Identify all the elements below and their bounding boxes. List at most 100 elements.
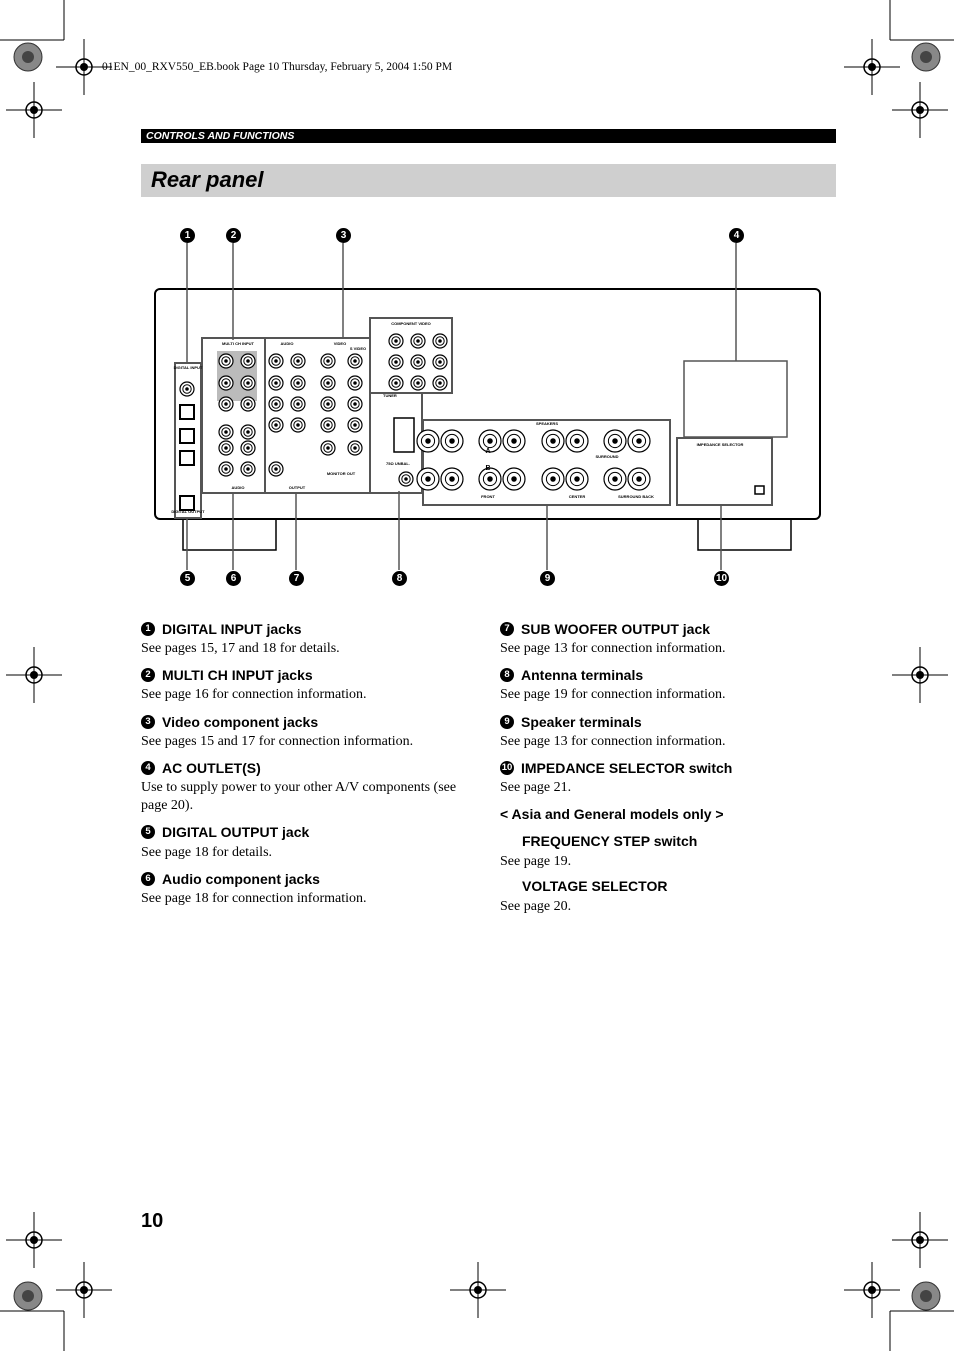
callout-1: 1 <box>180 228 195 243</box>
label-audio: AUDIO <box>281 341 294 346</box>
jack-pin <box>224 467 228 471</box>
label-speakers: SPEAKERS <box>536 421 558 426</box>
heading-text: DIGITAL INPUT jacks <box>162 621 302 637</box>
item-body: See page 16 for connection information. <box>141 687 367 702</box>
jack-pin <box>438 339 442 343</box>
jack-pin <box>612 476 618 482</box>
item-number: 3 <box>141 715 155 729</box>
jack-pin <box>353 423 357 427</box>
heading-text: Audio component jacks <box>162 871 320 887</box>
heading-text: DIGITAL OUTPUT jack <box>162 824 310 840</box>
item-heading: 1 DIGITAL INPUT jacks <box>141 621 302 637</box>
jack-pin <box>326 359 330 363</box>
item-body: See page 21. <box>500 780 572 795</box>
jack-pin <box>425 476 431 482</box>
jack-pin <box>449 438 455 444</box>
jack-pin <box>246 430 250 434</box>
heading-text: Video component jacks <box>162 714 319 730</box>
jack-pin <box>353 359 357 363</box>
label-digital-input: DIGITAL INPUT <box>174 365 203 370</box>
jack-pin <box>326 423 330 427</box>
label-component-video: COMPONENT VIDEO <box>391 321 431 326</box>
jack-pin <box>353 381 357 385</box>
jack-pin <box>394 381 398 385</box>
item-heading: FREQUENCY STEP switch <box>522 833 698 849</box>
jack-pin <box>274 402 278 406</box>
label-impedance-selector: IMPEDANCE SELECTOR <box>697 442 744 447</box>
item-body: Use to supply power to your other A/V co… <box>141 780 457 813</box>
item-body: See page 19. <box>500 854 572 869</box>
item-number: 8 <box>500 668 514 682</box>
ac-outlet <box>683 360 788 438</box>
jack-pin <box>449 476 455 482</box>
label-output: OUTPUT <box>289 485 306 490</box>
jack-pin <box>296 423 300 427</box>
item-number: 2 <box>141 668 155 682</box>
item-heading: 2 MULTI CH INPUT jacks <box>141 667 313 683</box>
jack-pin <box>394 339 398 343</box>
callout-10: 10 <box>714 571 729 586</box>
item-heading: 4 AC OUTLET(S) <box>141 760 261 776</box>
jack-pin <box>416 360 420 364</box>
jack-pin <box>224 402 228 406</box>
jack-pin <box>353 446 357 450</box>
jack-pin <box>296 381 300 385</box>
jack-pin <box>438 360 442 364</box>
heading-text: AC OUTLET(S) <box>162 760 261 776</box>
jack-pin <box>326 402 330 406</box>
callout-8: 8 <box>392 571 407 586</box>
jack-pin <box>246 402 250 406</box>
item-number: 9 <box>500 715 514 729</box>
jack-pin <box>224 381 228 385</box>
item-body: See page 13 for connection information. <box>500 734 726 749</box>
label-video: VIDEO <box>334 341 346 346</box>
item-number: 5 <box>141 825 155 839</box>
jack-pin <box>274 423 278 427</box>
item-body: See page 18 for details. <box>141 845 273 860</box>
antenna-terminal <box>393 417 415 453</box>
jack-pin <box>246 467 250 471</box>
item-body: See page 13 for connection information. <box>500 641 726 656</box>
optical-jack <box>179 404 195 420</box>
jack-pin <box>487 438 493 444</box>
label-unbal: 75Ω UNBAL. <box>386 461 410 466</box>
jack-pin <box>511 476 517 482</box>
jack-pin <box>353 402 357 406</box>
jack-pin <box>425 438 431 444</box>
item-number: 6 <box>141 872 155 886</box>
label-multi-ch-input: MULTI CH INPUT <box>222 341 254 346</box>
jack-pin <box>550 476 556 482</box>
heading-text: Speaker terminals <box>521 714 642 730</box>
label-monitor-out: MONITOR OUT <box>327 471 356 476</box>
jack-pin <box>416 381 420 385</box>
item-heading: 8 Antenna terminals <box>500 667 643 683</box>
optical-jack <box>179 495 195 511</box>
optical-jack <box>179 428 195 444</box>
optical-jack <box>179 450 195 466</box>
jack-pin <box>246 359 250 363</box>
label-tuner: TUNER <box>383 393 397 398</box>
label-s-video: S VIDEO <box>350 346 366 351</box>
heading-text: Antenna terminals <box>521 667 644 683</box>
jack-pin <box>511 438 517 444</box>
callout-5: 5 <box>180 571 195 586</box>
jack-pin <box>404 477 408 481</box>
jack-pin <box>438 381 442 385</box>
callout-3: 3 <box>336 228 351 243</box>
label-audio: AUDIO <box>232 485 245 490</box>
item-body: See pages 15 and 17 for connection infor… <box>141 734 414 749</box>
item-heading: 9 Speaker terminals <box>500 714 642 730</box>
label-b: B <box>485 465 490 472</box>
jack-pin <box>296 402 300 406</box>
item-number: 10 <box>500 761 514 775</box>
jack-pin <box>246 381 250 385</box>
jack-pin <box>574 438 580 444</box>
callout-4: 4 <box>729 228 744 243</box>
jack-pin <box>574 476 580 482</box>
item-heading: 3 Video component jacks <box>141 714 318 730</box>
foot-left <box>182 518 277 551</box>
impedance-switch <box>754 485 765 495</box>
jack-pin <box>636 476 642 482</box>
label-a: A <box>485 448 490 455</box>
jack-pin <box>185 387 189 391</box>
